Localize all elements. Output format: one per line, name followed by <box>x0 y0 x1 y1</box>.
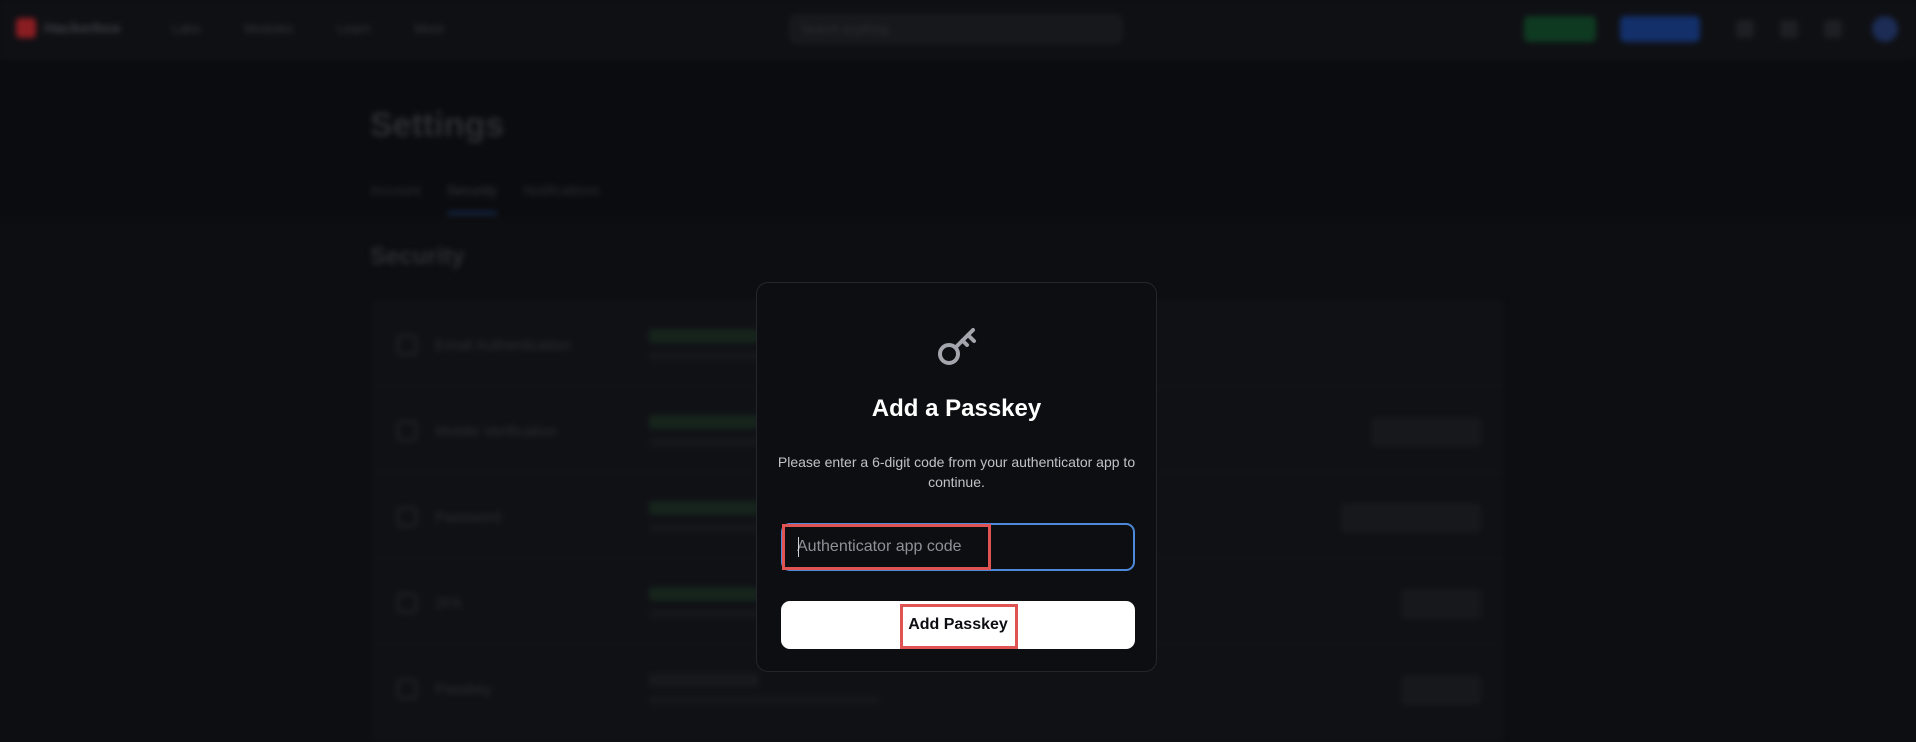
security-row-label: 2FA <box>435 595 462 612</box>
tab-security[interactable]: Security <box>446 182 498 214</box>
tab-notifications[interactable]: Notifications <box>523 182 599 214</box>
add-passkey-button-label: Add Passkey <box>908 616 1008 633</box>
settings-tabs: Account Security Notifications <box>370 182 599 214</box>
status-badge <box>649 415 759 429</box>
grid-icon[interactable] <box>1824 20 1842 38</box>
nav-item-learn[interactable]: Learn <box>337 21 370 36</box>
row-action-button[interactable] <box>1371 417 1481 447</box>
add-passkey-button[interactable]: Add Passkey <box>781 601 1135 649</box>
status-badge <box>649 329 759 343</box>
security-row-label: Mobile Verification <box>435 423 557 440</box>
modal-description: Please enter a 6-digit code from your au… <box>777 454 1136 490</box>
status-badge <box>649 587 759 601</box>
shield-icon <box>397 593 417 613</box>
phone-icon <box>397 421 417 441</box>
status-badge <box>649 501 759 515</box>
row-description <box>649 695 879 705</box>
search-bar[interactable]: Search anything... <box>790 15 1122 43</box>
nav-item-modules[interactable]: Modules <box>244 21 293 36</box>
section-title: Security <box>370 243 465 270</box>
main-nav: Labs Modules Learn More <box>172 21 444 36</box>
tab-account[interactable]: Account <box>370 182 421 214</box>
text-caret <box>798 537 799 557</box>
upgrade-button[interactable] <box>1524 16 1596 42</box>
lock-icon <box>397 507 417 527</box>
nav-item-labs[interactable]: Labs <box>172 21 200 36</box>
add-passkey-modal: Add a Passkey Please enter a 6-digit cod… <box>756 282 1157 672</box>
row-action-button[interactable] <box>1401 589 1481 619</box>
key-icon <box>938 328 976 365</box>
status-badge <box>649 673 759 687</box>
brand-name: Hackerbox <box>44 19 121 37</box>
row-action-button[interactable] <box>1341 503 1481 533</box>
bell-icon[interactable] <box>1780 20 1798 38</box>
security-row-label: Passkey <box>435 681 492 698</box>
mail-icon <box>397 335 417 355</box>
help-icon[interactable] <box>1736 20 1754 38</box>
logo: Hackerbox <box>16 18 121 38</box>
authenticator-code-input[interactable] <box>781 523 1135 571</box>
nav-item-more[interactable]: More <box>415 21 445 36</box>
key-icon <box>397 679 417 699</box>
modal-title: Add a Passkey <box>871 395 1042 422</box>
logo-mark <box>16 18 36 38</box>
avatar[interactable] <box>1872 16 1898 42</box>
header-band <box>0 58 1916 216</box>
top-navbar: Hackerbox Labs Modules Learn More Search… <box>0 0 1916 58</box>
security-row-label: Password <box>435 509 501 526</box>
primary-action-button[interactable] <box>1620 16 1700 42</box>
security-row-label: Email Authentication <box>435 337 571 354</box>
page-title: Settings <box>370 106 505 144</box>
row-action-button[interactable] <box>1401 675 1481 705</box>
